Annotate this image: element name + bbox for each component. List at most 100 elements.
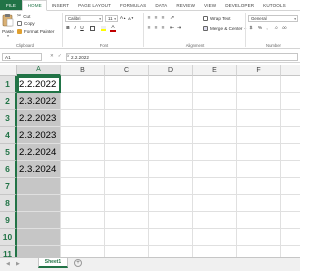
column-header-b[interactable]: B [61,65,105,76]
table-cell[interactable] [149,246,193,257]
paste-button[interactable]: Paste ▾ [2,13,14,38]
align-right-icon[interactable]: ≡ [160,25,166,31]
tab-kutools[interactable]: KUTOOLS [259,0,291,10]
table-cell[interactable]: 2.3.2022 [17,93,61,110]
fill-color-icon[interactable] [100,25,106,31]
table-cell[interactable] [281,246,300,257]
table-cell[interactable] [281,110,300,127]
table-cell[interactable] [105,178,149,195]
tab-view[interactable]: VIEW [200,0,221,10]
table-cell[interactable] [105,212,149,229]
table-cell[interactable] [237,178,281,195]
table-cell[interactable] [149,178,193,195]
active-cell[interactable]: 2.2.2022 [17,76,61,93]
table-cell[interactable]: 2.3.2024 [17,161,61,178]
table-cell[interactable] [17,212,61,229]
number-format-dropdown[interactable]: General ▾ [248,15,298,22]
formula-input[interactable]: 2.2.2022 [66,53,298,61]
table-cell[interactable] [105,246,149,257]
table-cell[interactable] [61,246,105,257]
sheet-tab-sheet1[interactable]: Sheet1 [38,258,68,268]
cut-button[interactable]: ✂ Cut [17,13,30,19]
table-cell[interactable] [281,229,300,246]
table-cell[interactable] [61,127,105,144]
row-header[interactable]: 7 [0,178,17,195]
table-cell[interactable] [193,76,237,93]
column-header-a[interactable]: A [17,65,61,76]
table-cell[interactable] [105,161,149,178]
row-header[interactable]: 8 [0,195,17,212]
table-cell[interactable] [105,144,149,161]
table-cell[interactable] [105,76,149,93]
next-sheet-icon[interactable]: ▶ [16,261,20,267]
row-header[interactable]: 6 [0,161,17,178]
table-cell[interactable] [149,127,193,144]
table-cell[interactable] [61,93,105,110]
table-cell[interactable] [193,229,237,246]
table-cell[interactable] [149,93,193,110]
table-cell[interactable] [105,110,149,127]
table-cell[interactable] [237,127,281,144]
table-cell[interactable] [17,246,61,257]
table-cell[interactable]: 2.2.2024 [17,144,61,161]
wrap-text-button[interactable]: Wrap Text [203,16,231,21]
increase-decimal-icon[interactable]: .0 [273,25,279,31]
table-cell[interactable] [17,195,61,212]
row-header[interactable]: 4 [0,127,17,144]
table-cell[interactable] [105,195,149,212]
borders-icon[interactable] [89,25,95,31]
table-cell[interactable] [237,229,281,246]
table-cell[interactable] [61,76,105,93]
table-cell[interactable] [237,246,281,257]
worksheet-grid[interactable]: A B C D E F G 12.2.202222.3.202232.2.202… [0,65,300,257]
paste-dropdown-icon[interactable]: ▾ [2,34,14,38]
tab-developer[interactable]: DEVELOPER [221,0,259,10]
table-cell[interactable] [17,229,61,246]
decrease-decimal-icon[interactable]: .00 [281,25,287,31]
table-cell[interactable] [105,93,149,110]
table-cell[interactable] [61,144,105,161]
merge-center-button[interactable]: Merge & Center ▾ [203,26,246,31]
shrink-font-button[interactable]: A ▼ [128,15,134,21]
table-cell[interactable] [149,229,193,246]
row-header[interactable]: 3 [0,110,17,127]
underline-button[interactable]: U [79,25,85,31]
table-cell[interactable] [193,246,237,257]
tab-formulas[interactable]: FORMULAS [116,0,151,10]
table-cell[interactable] [281,144,300,161]
table-cell[interactable] [237,212,281,229]
table-cell[interactable] [61,110,105,127]
table-cell[interactable] [237,110,281,127]
row-header[interactable]: 11 [0,246,17,257]
table-cell[interactable] [193,127,237,144]
column-header-d[interactable]: D [149,65,193,76]
table-cell[interactable] [61,161,105,178]
percent-button[interactable]: % [257,25,263,31]
column-header-g[interactable]: G [281,65,300,76]
row-header[interactable]: 1 [0,76,17,93]
table-cell[interactable]: 2.2.2023 [17,110,61,127]
tab-home[interactable]: HOME [22,0,48,11]
currency-button[interactable]: $ [248,25,254,31]
table-cell[interactable] [61,178,105,195]
align-bottom-icon[interactable]: ≡ [160,15,166,21]
table-cell[interactable] [281,127,300,144]
table-cell[interactable] [149,195,193,212]
tab-file[interactable]: FILE [0,0,23,10]
align-center-icon[interactable]: ≡ [153,25,159,31]
enter-icon[interactable]: ✓ [58,53,62,59]
table-cell[interactable] [193,144,237,161]
table-cell[interactable] [61,229,105,246]
table-cell[interactable] [193,212,237,229]
table-cell[interactable] [281,76,300,93]
italic-button[interactable]: I [72,25,78,31]
add-sheet-button[interactable]: + [74,259,82,267]
align-left-icon[interactable]: ≡ [146,25,152,31]
table-cell[interactable] [237,76,281,93]
table-cell[interactable] [17,178,61,195]
table-cell[interactable] [149,76,193,93]
bold-button[interactable]: B [65,25,71,31]
name-box[interactable]: A1 [2,53,42,61]
column-header-f[interactable]: F [237,65,281,76]
table-cell[interactable] [193,93,237,110]
